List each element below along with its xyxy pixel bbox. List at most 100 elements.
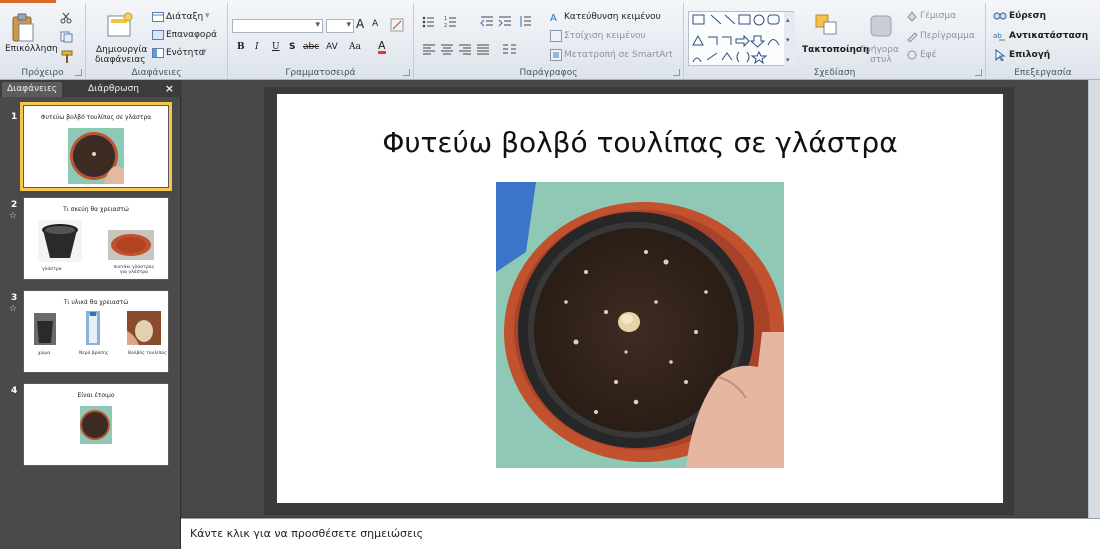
layout-button[interactable]: Διάταξη [166,12,203,22]
transition-star-icon: ☆ [9,211,18,221]
paragraph-group-label: Παράγραφος [519,68,578,78]
shapes-gallery-icons: ▴ ▾ ▾ [692,12,795,67]
copy-icon[interactable] [60,31,74,43]
thumbnail-title: Είναι έτοιμο [77,392,115,399]
editing-group: Εύρεση ab Αντικατάσταση Επιλογή Επεξεργα… [986,3,1100,79]
text-shadow-button[interactable]: S [289,42,295,52]
change-case-button[interactable]: Aa [349,42,361,52]
decrease-indent-icon[interactable] [480,15,494,29]
clipboard-dialog-launcher[interactable] [75,69,82,76]
align-center-icon[interactable] [440,43,454,55]
reset-button[interactable]: Επαναφορά [166,30,217,40]
quick-styles-button-line1[interactable]: Γρήγορα [860,45,899,55]
slide-thumbnail-3[interactable]: Τι υλικά θα χρειαστώ χώμα Νερό βρύσης Βο… [23,290,169,373]
svg-text:A: A [550,13,557,24]
font-color-button[interactable]: A [378,40,386,54]
italic-button[interactable]: I [255,42,259,52]
layout-dropdown-icon[interactable]: ▾ [205,11,210,21]
font-name-combobox[interactable]: ▾ [232,19,323,33]
thumbnail-number: 2 [11,200,18,210]
thumbnail-saucer-image [108,230,154,260]
thumbnail-pot-image [68,128,124,184]
thumbnail-title: Τι σκεύη θα χρειαστώ [63,206,129,213]
shapes-gallery[interactable]: ▴ ▾ ▾ [688,11,795,67]
notes-pane[interactable]: Κάντε κλικ για να προσθέσετε σημειώσεις [181,518,1100,549]
slide-thumbnail-1[interactable]: Φυτεύω βολβό τουλίπας σε γλάστρα [20,102,172,191]
section-dropdown-icon[interactable]: ▾ [202,47,207,57]
format-painter-icon[interactable] [60,50,74,64]
justify-icon[interactable] [476,43,490,55]
tab-outline[interactable]: Διάρθρωση [83,82,144,97]
text-direction-icon: A [550,13,557,24]
shape-effects-icon [907,50,917,60]
quick-styles-icon [870,15,892,37]
transition-star-icon: ☆ [9,304,18,314]
clear-formatting-icon[interactable] [390,18,404,32]
font-size-combobox[interactable]: ▾ [326,19,354,33]
replace-icon: ab [993,32,1005,41]
layout-icon [152,12,164,22]
paragraph-dialog-launcher[interactable] [673,69,680,76]
notes-placeholder[interactable]: Κάντε κλικ για να προσθέσετε σημειώσεις [190,527,423,540]
font-name-dropdown-icon[interactable]: ▾ [315,20,320,30]
align-text-button[interactable]: Στοίχιση κειμένου [564,31,646,41]
increase-indent-icon[interactable] [498,15,512,29]
columns-icon[interactable] [502,43,518,55]
drawing-dialog-launcher[interactable] [975,69,982,76]
clipboard-group-label: Πρόχειρο [21,68,64,78]
grow-font-button[interactable]: A [356,17,364,31]
thumbnail-caption: πιατάκι γλάστρας για γλάστρα [113,265,155,275]
select-button[interactable]: Επιλογή [1009,50,1050,60]
thumbnail-pot-image [80,406,112,444]
quick-styles-button-line2[interactable]: στυλ [870,55,892,65]
align-right-icon[interactable] [458,43,472,55]
cut-icon[interactable] [60,12,72,24]
section-button[interactable]: Ενότητα [166,48,205,58]
paste-button[interactable]: Επικόλληση [5,44,58,54]
underline-button[interactable]: U [272,42,280,52]
reset-icon [152,30,164,40]
align-left-icon[interactable] [422,43,436,55]
slides-group-label: Διαφάνειες [131,68,182,78]
font-size-dropdown-icon[interactable]: ▾ [346,20,351,30]
vertical-scrollbar[interactable] [1088,80,1100,518]
thumbnail-bulb-image [127,311,161,345]
text-direction-button[interactable]: Κατεύθυνση κειμένου [564,12,661,22]
shape-effects-button[interactable]: Εφέ [920,50,937,60]
thumbnail-number: 3 [11,293,18,303]
numbering-icon[interactable]: 12 [444,15,468,29]
convert-to-smartart-button[interactable]: Μετατροπή σε SmartArt [564,50,673,60]
thumbnail-title: Τι υλικά θα χρειαστώ [63,299,129,306]
line-spacing-icon[interactable] [518,15,532,29]
new-slide-button-line2[interactable]: διαφάνειας [95,55,146,65]
slide-thumbnail-2[interactable]: Τι σκεύη θα χρειαστώ γλάστρα πιατάκι γλά… [23,197,169,280]
bold-button[interactable]: B [237,42,245,52]
paste-icon [12,13,34,42]
replace-button[interactable]: Αντικατάσταση [1009,31,1088,41]
slide-canvas[interactable]: Φυτεύω βολβό τουλίπας σε γλάστρα [277,94,1003,503]
svg-text:2: 2 [444,23,447,29]
shape-fill-icon [907,11,917,22]
font-dialog-launcher[interactable] [403,69,410,76]
thumbnail-soil-image [34,313,56,345]
slides-panel: Διαφάνειες Διάρθρωση × 1 Φυτεύω βολβό το… [0,80,181,549]
svg-text:ab: ab [993,32,1002,40]
shape-fill-button[interactable]: Γέμισμα [920,11,956,21]
strikethrough-button[interactable]: abc [303,42,319,52]
svg-text:▾: ▾ [786,56,790,64]
slide-photo[interactable] [496,182,784,468]
character-spacing-button[interactable]: AV [326,42,338,52]
new-slide-button-line1[interactable]: Δημιουργία [96,45,147,55]
shrink-font-button[interactable]: A [372,19,378,29]
find-button[interactable]: Εύρεση [1009,11,1046,21]
thumbnail-pot-image [38,220,82,262]
ribbon: Επικόλληση Πρόχειρο Δημιουργία διαφάνεια… [0,0,1100,80]
find-icon [993,12,1007,20]
slide-thumbnail-4[interactable]: Είναι έτοιμο [23,383,169,466]
close-icon[interactable]: × [165,82,174,95]
tab-slides[interactable]: Διαφάνειες [2,82,63,97]
shape-outline-button[interactable]: Περίγραμμα [920,31,975,41]
slide-title[interactable]: Φυτεύω βολβό τουλίπας σε γλάστρα [277,126,1003,159]
bullets-icon[interactable] [422,15,446,29]
align-text-icon [550,30,562,42]
